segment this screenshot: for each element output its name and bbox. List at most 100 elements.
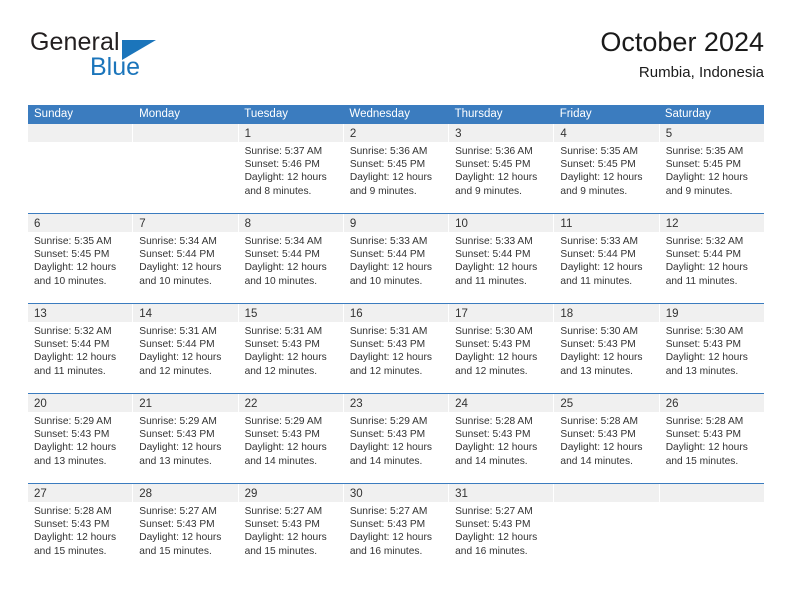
daylight-text-line1: Daylight: 12 hours	[139, 442, 222, 454]
sunrise-text: Sunrise: 5:34 AM	[244, 236, 323, 247]
day-number: 30	[349, 488, 363, 500]
daylight-text-line1: Daylight: 12 hours	[34, 442, 117, 454]
sunrise-text: Sunrise: 5:33 AM	[455, 236, 533, 247]
day-cell-5[interactable]: 5 Sunrise: 5:35 AM Sunset: 5:45 PM Daylight…	[659, 124, 764, 213]
day-number: 7	[139, 218, 146, 230]
day-details: Sunrise: 5:37 AM Sunset: 5:46 PM Daylight:…	[239, 142, 343, 198]
day-cell-26[interactable]: 26 Sunrise: 5:28 AM Sunset: 5:43 PM Dayligh…	[659, 394, 764, 483]
day-number: 29	[244, 488, 258, 500]
day-cell-15[interactable]: 15 Sunrise: 5:31 AM Sunset: 5:43 PM Dayligh…	[238, 304, 344, 393]
day-number: 4	[560, 128, 567, 140]
day-cell-13[interactable]: 13 Sunrise: 5:32 AM Sunset: 5:44 PM Dayligh…	[28, 304, 134, 393]
day-cell-20[interactable]: 20 Sunrise: 5:29 AM Sunset: 5:43 PM Dayligh…	[28, 394, 134, 483]
day-details: Sunrise: 5:28 AM Sunset: 5:43 PM Daylight:…	[28, 502, 132, 558]
sunrise-text: Sunrise: 5:31 AM	[139, 326, 217, 337]
day-number: 10	[455, 218, 468, 230]
day-cell-19[interactable]: 19 Sunrise: 5:30 AM Sunset: 5:43 PM Dayligh…	[659, 304, 764, 393]
day-cell-22[interactable]: 22 Sunrise: 5:29 AM Sunset: 5:43 PM Dayligh…	[238, 394, 344, 483]
day-cell-4[interactable]: 4 Sunrise: 5:35 AM Sunset: 5:45 PM Daylight…	[554, 124, 660, 213]
day-cell-30[interactable]: 30 Sunrise: 5:27 AM Sunset: 5:43 PM Dayligh…	[343, 484, 450, 573]
day-cell-25[interactable]: 25 Sunrise: 5:28 AM Sunset: 5:43 PM Dayligh…	[554, 394, 660, 483]
day-number-band: 18	[554, 304, 659, 322]
day-cell-14[interactable]: 14 Sunrise: 5:31 AM Sunset: 5:44 PM Dayligh…	[133, 304, 239, 393]
day-details: Sunrise: 5:33 AM Sunset: 5:44 PM Daylight:…	[554, 232, 658, 288]
daylight-text-line1: Daylight: 12 hours	[665, 172, 748, 184]
day-number-band: 25	[554, 394, 659, 412]
day-cell-23[interactable]: 23 Sunrise: 5:29 AM Sunset: 5:43 PM Dayligh…	[343, 394, 450, 483]
day-details: Sunrise: 5:36 AM Sunset: 5:45 PM Daylight:…	[449, 142, 553, 198]
day-cell-11[interactable]: 11 Sunrise: 5:33 AM Sunset: 5:44 PM Dayligh…	[554, 214, 660, 303]
day-number-band: 30	[343, 484, 449, 502]
day-number: 14	[139, 308, 153, 320]
daylight-text-line2: and 12 minutes.	[349, 365, 423, 377]
day-cell-7[interactable]: 7 Sunrise: 5:34 AM Sunset: 5:44 PM Daylight…	[133, 214, 239, 303]
daylight-text-line1: Daylight: 12 hours	[244, 532, 327, 544]
calendar-grid: Sunday Monday Tuesday Wednesday Thursday Frid…	[28, 105, 764, 573]
day-details: Sunrise: 5:30 AM Sunset: 5:43 PM Daylight:…	[554, 322, 658, 378]
day-cell-31[interactable]: 31 Sunrise: 5:27 AM Sunset: 5:43 PM Dayligh…	[449, 484, 555, 573]
week-row: 20 Sunrise: 5:29 AM Sunset: 5:43 PM Dayligh…	[28, 393, 764, 483]
day-number-band: 12	[659, 214, 764, 232]
sunrise-text: Sunrise: 5:27 AM	[139, 506, 217, 517]
day-cell-24[interactable]: 24 Sunrise: 5:28 AM Sunset: 5:43 PM Dayligh…	[449, 394, 555, 483]
day-cell-empty	[133, 124, 239, 213]
daylight-text-line2: and 11 minutes.	[455, 275, 527, 287]
brand-logo[interactable]: General Blue	[28, 26, 288, 90]
sunrise-text: Sunrise: 5:35 AM	[560, 146, 638, 157]
day-details: Sunrise: 5:28 AM Sunset: 5:43 PM Daylight:…	[554, 412, 658, 468]
daylight-text-line2: and 9 minutes.	[560, 185, 628, 197]
sunrise-text: Sunrise: 5:33 AM	[560, 236, 638, 247]
day-cell-1[interactable]: 1 Sunrise: 5:37 AM Sunset: 5:46 PM Daylight…	[238, 124, 344, 213]
daylight-text-line2: and 12 minutes.	[455, 365, 528, 377]
day-cell-21[interactable]: 21 Sunrise: 5:29 AM Sunset: 5:43 PM Dayligh…	[133, 394, 239, 483]
day-cell-10[interactable]: 10 Sunrise: 5:33 AM Sunset: 5:44 PM Dayligh…	[449, 214, 555, 303]
sunset-text: Sunset: 5:44 PM	[34, 339, 110, 351]
sunset-text: Sunset: 5:44 PM	[139, 339, 215, 351]
day-cell-27[interactable]: 27 Sunrise: 5:28 AM Sunset: 5:43 PM Dayligh…	[28, 484, 134, 573]
day-details: Sunrise: 5:27 AM Sunset: 5:43 PM Daylight:…	[133, 502, 237, 558]
day-details: Sunrise: 5:35 AM Sunset: 5:45 PM Daylight:…	[554, 142, 658, 198]
sunset-text: Sunset: 5:43 PM	[139, 429, 215, 441]
day-details: Sunrise: 5:27 AM Sunset: 5:43 PM Daylight:…	[449, 502, 553, 558]
page-title: October 2024	[600, 27, 764, 57]
day-details: Sunrise: 5:29 AM Sunset: 5:43 PM Daylight:…	[239, 412, 343, 468]
daylight-text-line1: Daylight: 12 hours	[349, 172, 432, 184]
day-number-band: 21	[133, 394, 238, 412]
day-cell-2[interactable]: 2 Sunrise: 5:36 AM Sunset: 5:45 PM Daylight…	[343, 124, 450, 213]
day-number-band: 16	[343, 304, 449, 322]
day-cell-12[interactable]: 12 Sunrise: 5:32 AM Sunset: 5:44 PM Dayligh…	[659, 214, 764, 303]
daylight-text-line2: and 15 minutes.	[139, 545, 212, 557]
day-number: 8	[244, 218, 251, 230]
day-cell-18[interactable]: 18 Sunrise: 5:30 AM Sunset: 5:43 PM Dayligh…	[554, 304, 660, 393]
daylight-text-line2: and 14 minutes.	[349, 455, 423, 467]
sunrise-text: Sunrise: 5:33 AM	[349, 236, 428, 247]
day-number-band: 3	[449, 124, 554, 142]
day-number: 27	[34, 488, 47, 500]
day-cell-empty	[554, 484, 660, 573]
day-details: Sunrise: 5:29 AM Sunset: 5:43 PM Daylight:…	[344, 412, 448, 468]
week-row: 27 Sunrise: 5:28 AM Sunset: 5:43 PM Dayligh…	[28, 483, 764, 573]
sunset-text: Sunset: 5:43 PM	[560, 429, 636, 441]
daylight-text-line2: and 10 minutes.	[139, 275, 212, 287]
day-cell-3[interactable]: 3 Sunrise: 5:36 AM Sunset: 5:45 PM Daylight…	[449, 124, 555, 213]
day-cell-8[interactable]: 8 Sunrise: 5:34 AM Sunset: 5:44 PM Daylight…	[238, 214, 344, 303]
day-details: Sunrise: 5:32 AM Sunset: 5:44 PM Daylight:…	[28, 322, 132, 378]
day-cell-28[interactable]: 28 Sunrise: 5:27 AM Sunset: 5:43 PM Dayligh…	[133, 484, 239, 573]
day-number: 18	[560, 308, 574, 320]
sunrise-text: Sunrise: 5:27 AM	[455, 506, 533, 517]
daylight-text-line2: and 9 minutes.	[455, 185, 522, 197]
day-cell-9[interactable]: 9 Sunrise: 5:33 AM Sunset: 5:44 PM Daylight…	[343, 214, 450, 303]
daylight-text-line2: and 11 minutes.	[665, 275, 738, 287]
day-number: 13	[34, 308, 47, 320]
day-number: 21	[139, 398, 153, 410]
day-cell-29[interactable]: 29 Sunrise: 5:27 AM Sunset: 5:43 PM Dayligh…	[238, 484, 344, 573]
weeks-container: 1 Sunrise: 5:37 AM Sunset: 5:46 PM Daylight…	[28, 124, 764, 573]
day-details: Sunrise: 5:34 AM Sunset: 5:44 PM Daylight:…	[239, 232, 343, 288]
daylight-text-line2: and 15 minutes.	[244, 545, 318, 557]
day-cell-6[interactable]: 6 Sunrise: 5:35 AM Sunset: 5:45 PM Daylight…	[28, 214, 134, 303]
day-cell-16[interactable]: 16 Sunrise: 5:31 AM Sunset: 5:43 PM Dayligh…	[343, 304, 450, 393]
sunset-text: Sunset: 5:44 PM	[244, 249, 320, 261]
sunrise-text: Sunrise: 5:30 AM	[665, 326, 744, 337]
day-cell-17[interactable]: 17 Sunrise: 5:30 AM Sunset: 5:43 PM Dayligh…	[449, 304, 555, 393]
daylight-text-line1: Daylight: 12 hours	[349, 532, 432, 544]
